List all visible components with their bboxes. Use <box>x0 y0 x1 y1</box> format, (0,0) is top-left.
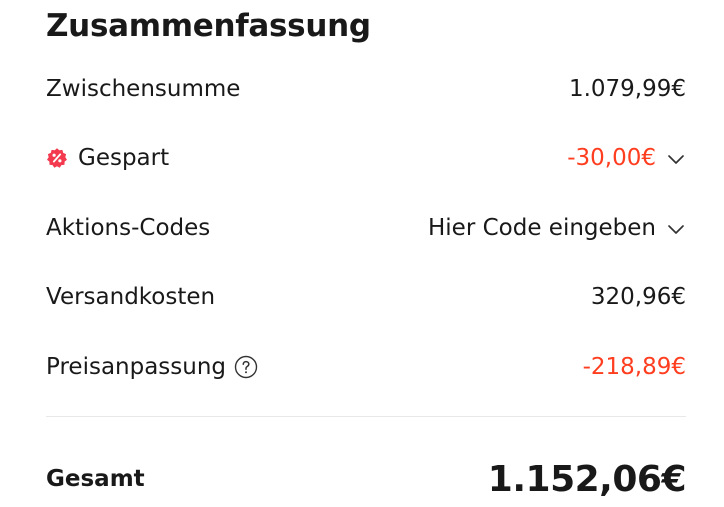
saved-label-group: Gespart <box>46 145 169 171</box>
saved-chevron-down-icon[interactable] <box>666 150 686 170</box>
discount-badge-icon <box>46 147 68 169</box>
price-adjustment-label-group: Preisanpassung <box>46 354 258 380</box>
price-adjustment-value: -218,89€ <box>582 354 686 380</box>
promo-code-label: Aktions-Codes <box>46 215 211 241</box>
shipping-label: Versandkosten <box>46 284 216 310</box>
total-value: 1.152,06€ <box>487 458 687 500</box>
summary-divider <box>46 416 686 417</box>
total-row: Gesamt 1.152,06€ <box>46 456 687 502</box>
help-circle-icon[interactable] <box>234 355 258 379</box>
total-label: Gesamt <box>46 466 145 492</box>
price-adjustment-row: Preisanpassung -218,89€ <box>46 347 686 387</box>
subtotal-row: Zwischensumme 1.079,99€ <box>46 69 686 109</box>
shipping-value: 320,96€ <box>590 284 686 310</box>
saved-row[interactable]: Gespart -30,00€ <box>46 138 686 178</box>
promo-chevron-down-icon[interactable] <box>666 220 686 240</box>
promo-code-input-link[interactable]: Hier Code eingeben <box>428 215 656 241</box>
order-summary: Zusammenfassung Zwischensumme 1.079,99€ … <box>0 0 724 507</box>
saved-value-group: -30,00€ <box>567 145 686 171</box>
promo-code-value-group: Hier Code eingeben <box>428 215 686 241</box>
subtotal-value: 1.079,99€ <box>568 76 686 102</box>
summary-title: Zusammenfassung <box>46 8 371 44</box>
shipping-row: Versandkosten 320,96€ <box>46 277 686 317</box>
saved-label: Gespart <box>78 145 170 171</box>
price-adjustment-label: Preisanpassung <box>46 354 227 380</box>
subtotal-label: Zwischensumme <box>46 76 241 102</box>
saved-value: -30,00€ <box>567 145 656 171</box>
promo-code-row[interactable]: Aktions-Codes Hier Code eingeben <box>46 208 686 248</box>
